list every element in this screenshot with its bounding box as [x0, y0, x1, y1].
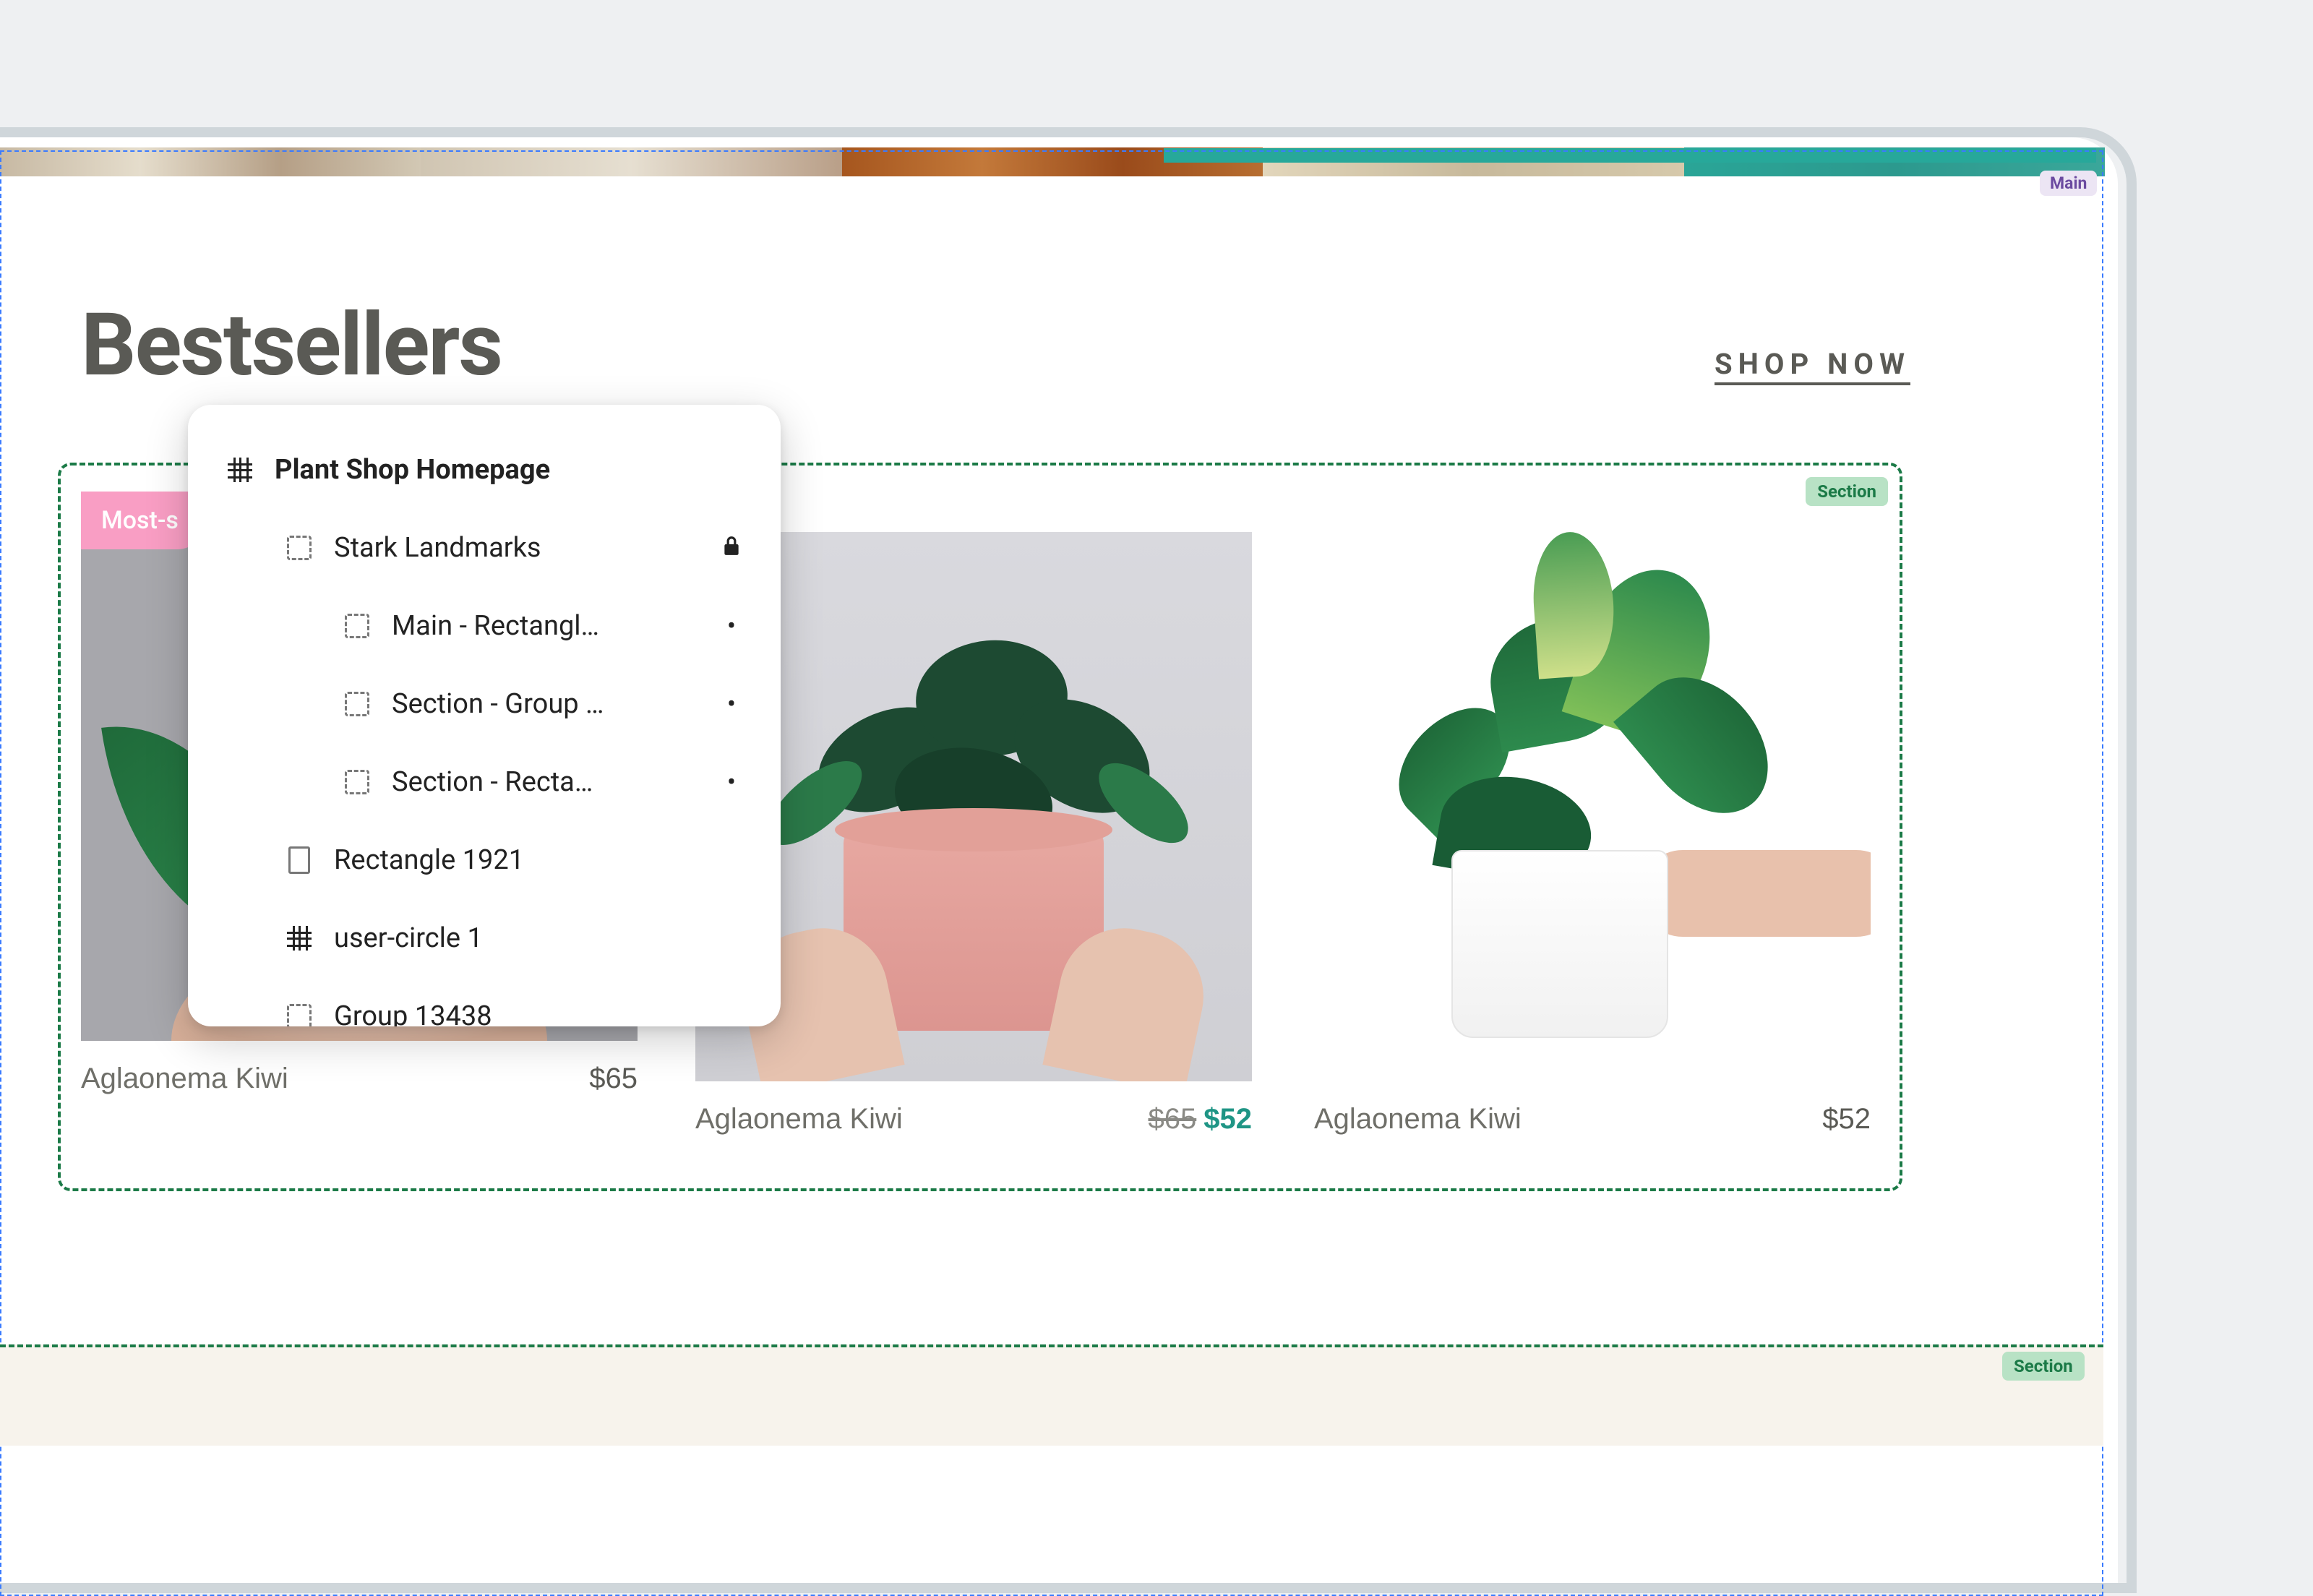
dot-icon [717, 689, 746, 719]
dot-icon [717, 611, 746, 641]
layer-row[interactable]: Section - Recta… [188, 743, 781, 821]
layer-label: Rectangle 1921 [334, 844, 746, 876]
layer-row[interactable]: user-circle 1 [188, 899, 781, 977]
layer-row[interactable]: Group 13438 [188, 977, 781, 1026]
product-name: Aglaonema Kiwi [695, 1103, 903, 1136]
section-region-tag-2: Section [2002, 1352, 2085, 1381]
product-image [1314, 532, 1871, 1081]
layer-label: Stark Landmarks [334, 532, 717, 564]
layer-row[interactable]: Main - Rectangl… [188, 587, 781, 665]
layer-tree-popover[interactable]: Plant Shop Homepage Stark Landmarks Main… [188, 405, 781, 1026]
product-name: Aglaonema Kiwi [81, 1063, 288, 1095]
product-price: $52 [1822, 1103, 1871, 1136]
layer-row[interactable]: Rectangle 1921 [188, 821, 781, 899]
layer-label: Main - Rectangl… [392, 610, 717, 642]
layer-label: Plant Shop Homepage [275, 454, 746, 486]
lock-icon [717, 533, 746, 563]
frame-icon [223, 458, 257, 482]
dot-icon [717, 767, 746, 797]
group-icon [282, 1004, 317, 1026]
bestseller-badge: Most-s [81, 492, 206, 549]
product-name: Aglaonema Kiwi [1314, 1103, 1522, 1136]
group-icon [282, 536, 317, 560]
layer-row[interactable]: Stark Landmarks [188, 509, 781, 587]
page-title: Bestsellers [81, 295, 502, 396]
section-region-tag: Section [1806, 477, 1888, 506]
frame-icon [282, 926, 317, 951]
rectangle-icon [282, 846, 317, 874]
shop-now-link[interactable]: SHOP NOW [1715, 347, 1910, 381]
layer-label: Section - Group … [392, 688, 717, 720]
layer-label: user-circle 1 [334, 922, 746, 954]
product-price: $65$52 [1149, 1103, 1253, 1136]
layer-label: Group 13438 [334, 1000, 746, 1026]
group-icon [340, 770, 374, 794]
layer-row[interactable]: Section - Group … [188, 665, 781, 743]
product-price-new: $52 [1203, 1103, 1252, 1135]
product-price: $65 [589, 1063, 638, 1095]
group-icon [340, 614, 374, 638]
section-region-outline-2 [0, 1344, 2103, 1446]
group-icon [340, 692, 374, 716]
layer-label: Section - Recta… [392, 766, 717, 798]
product-price-old: $65 [1149, 1103, 1197, 1135]
layer-row-root[interactable]: Plant Shop Homepage [188, 431, 781, 509]
main-region-tag: Main [2040, 171, 2097, 196]
product-card[interactable]: Aglaonema Kiwi $52 [1314, 532, 1871, 1136]
